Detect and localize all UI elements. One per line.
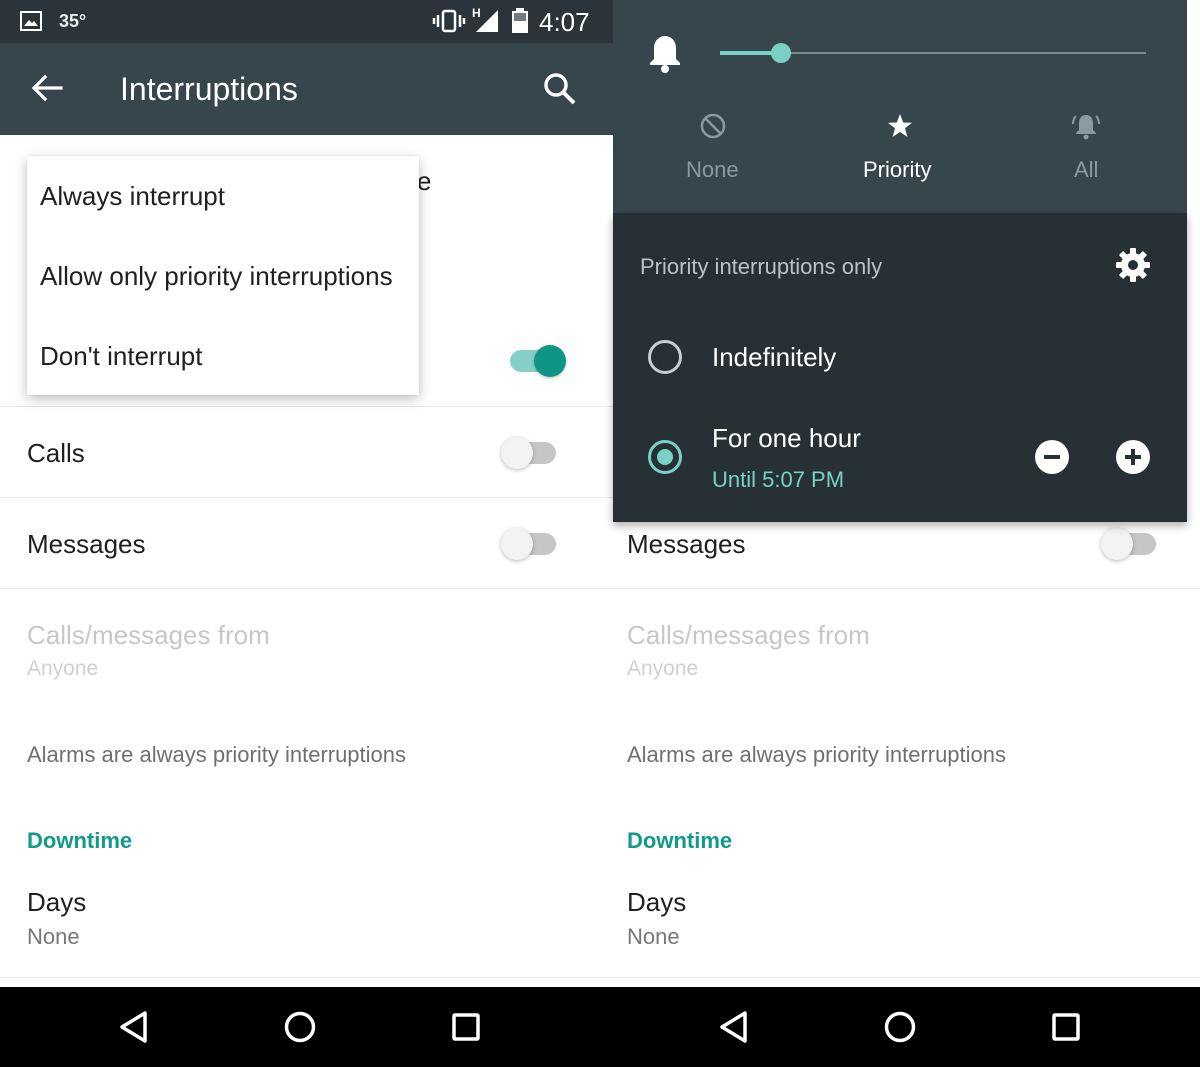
priority-options-panel: Priority interruptions only Indefinitely… — [613, 213, 1187, 522]
interruptions-popup-menu: Always interrupt Allow only priority int… — [27, 156, 419, 395]
bell-ring-icon[interactable] — [1071, 111, 1101, 141]
priority-heading: Priority interruptions only — [640, 254, 883, 279]
volume-slider-thumb[interactable] — [771, 43, 791, 63]
image-icon — [20, 11, 42, 31]
days-label-right: Days — [627, 887, 687, 917]
mode-priority-label[interactable]: Priority — [863, 157, 931, 183]
calls-messages-from-value: Anyone — [27, 657, 99, 680]
menu-item-priority-only[interactable]: Allow only priority interruptions — [40, 261, 393, 292]
calls-messages-from-label-right: Calls/messages from — [627, 620, 870, 650]
page-title: Interruptions — [120, 71, 298, 107]
days-value-right: None — [627, 924, 680, 949]
days-value: None — [27, 924, 80, 949]
calls-messages-from-value-right: Anyone — [627, 657, 699, 680]
status-bar: 35° H 4:07 — [0, 0, 615, 43]
messages-label: Messages — [27, 529, 146, 559]
vibrate-icon — [432, 9, 466, 33]
search-icon[interactable] — [543, 72, 577, 106]
one-hour-label[interactable]: For one hour — [712, 423, 861, 454]
cell-signal-icon — [476, 10, 498, 32]
mode-none-label[interactable]: None — [686, 157, 739, 183]
divider — [0, 977, 615, 978]
divider — [615, 588, 1200, 589]
mode-all-label[interactable]: All — [1074, 157, 1098, 183]
calls-label: Calls — [27, 438, 85, 468]
one-hour-radio[interactable] — [648, 440, 682, 474]
no-interrupt-icon[interactable] — [700, 113, 726, 139]
days-label: Days — [27, 887, 87, 917]
indefinitely-radio[interactable] — [648, 340, 682, 374]
clock-text: 4:07 — [539, 7, 590, 37]
indefinitely-label[interactable]: Indefinitely — [712, 342, 836, 373]
bell-icon — [650, 36, 680, 73]
obscured-row-text: e — [417, 166, 432, 196]
navigation-bar — [0, 987, 1200, 1067]
downtime-header-right: Downtime — [627, 828, 733, 853]
calls-toggle-thumb[interactable] — [501, 437, 533, 469]
back-triangle-icon[interactable] — [118, 1010, 150, 1044]
until-time-label: Until 5:07 PM — [712, 467, 845, 492]
menu-item-dont-interrupt[interactable]: Don't interrupt — [40, 341, 203, 372]
back-triangle-icon[interactable] — [718, 1010, 750, 1044]
app-bar: Interruptions — [0, 43, 615, 135]
alarms-note: Alarms are always priority interruptions — [27, 742, 407, 767]
main-toggle-thumb[interactable] — [534, 345, 566, 377]
divider — [0, 497, 615, 498]
downtime-header: Downtime — [27, 828, 133, 853]
divider — [0, 588, 615, 589]
star-icon[interactable] — [887, 113, 913, 139]
menu-item-always-interrupt[interactable]: Always interrupt — [40, 181, 225, 212]
home-circle-icon[interactable] — [284, 1011, 316, 1043]
minus-icon[interactable] — [1035, 440, 1069, 474]
plus-icon[interactable] — [1116, 440, 1150, 474]
alarms-note-right: Alarms are always priority interruptions — [627, 742, 1007, 767]
divider — [615, 977, 1200, 978]
volume-panel: None Priority All — [613, 0, 1187, 213]
messages-label-right: Messages — [627, 529, 746, 559]
recents-square-icon[interactable] — [1052, 1013, 1080, 1041]
home-circle-icon[interactable] — [884, 1011, 916, 1043]
calls-messages-from-label: Calls/messages from — [27, 620, 270, 650]
gear-icon[interactable] — [1115, 247, 1151, 283]
recents-square-icon[interactable] — [452, 1013, 480, 1041]
battery-icon — [512, 8, 528, 33]
temperature-text: 35° — [59, 11, 87, 31]
arrow-left-icon[interactable] — [31, 74, 63, 102]
divider — [0, 406, 615, 407]
messages-toggle-thumb[interactable] — [501, 528, 533, 560]
messages-toggle-thumb-right[interactable] — [1101, 528, 1133, 560]
